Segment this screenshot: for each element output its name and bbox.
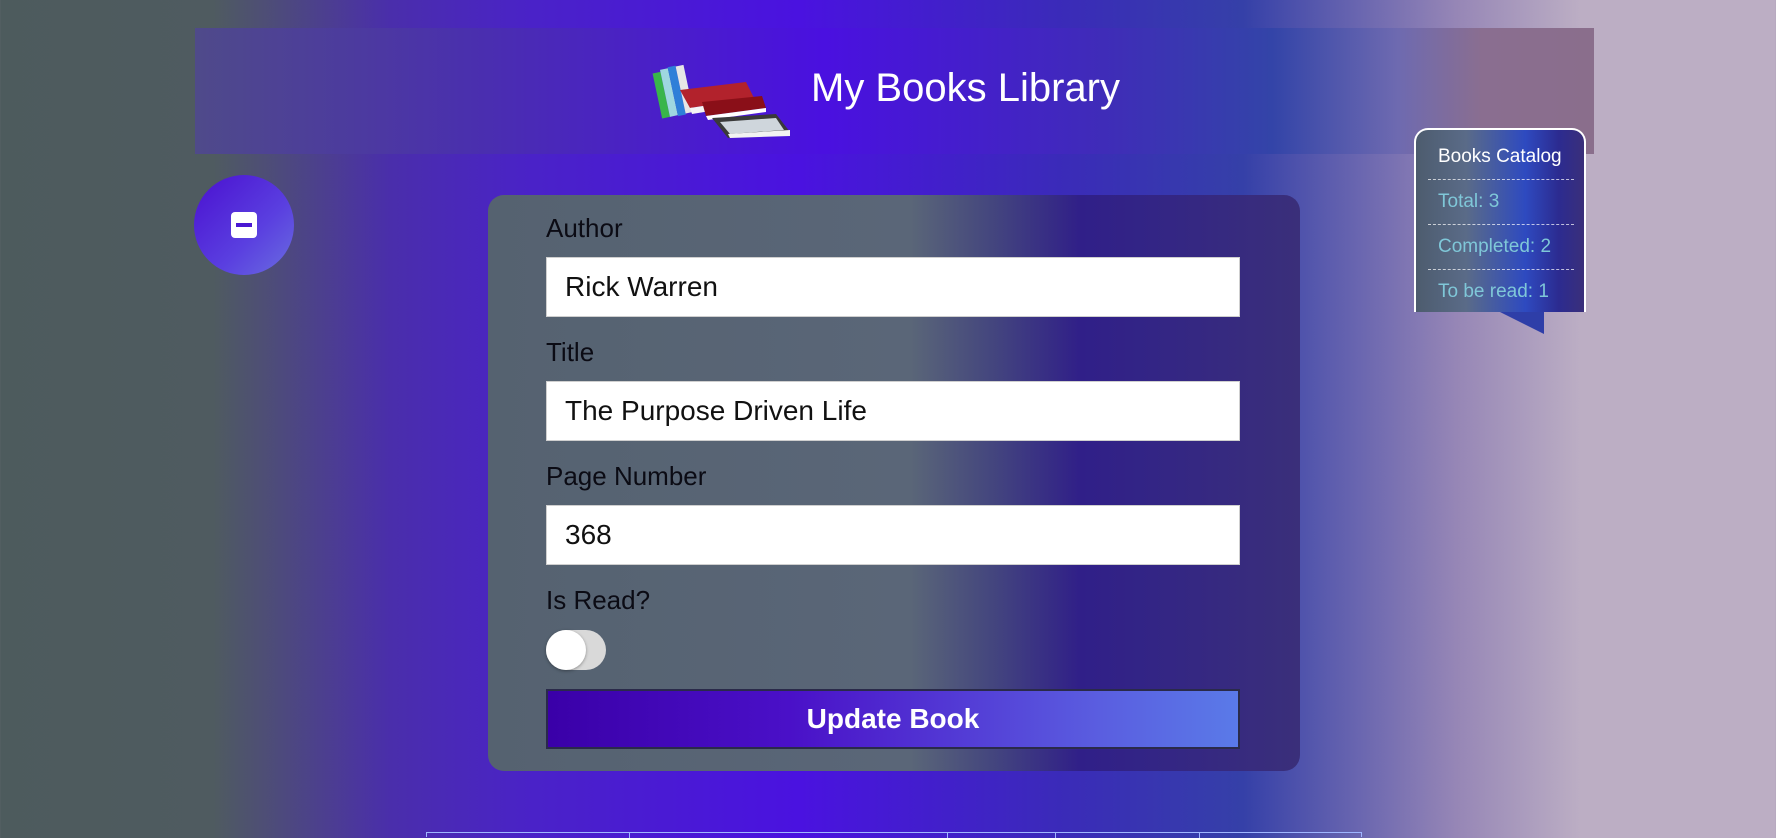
page-number-input[interactable] — [546, 505, 1240, 565]
tooltip-pointer — [1500, 312, 1544, 334]
catalog-to-be-read: To be read: 1 — [1438, 281, 1549, 302]
toggle-knob — [546, 630, 586, 670]
book-form: Author Title Page Number Is Read? Update… — [488, 195, 1300, 771]
collapse-form-button[interactable] — [194, 175, 294, 275]
catalog-heading: Books Catalog — [1428, 136, 1574, 180]
author-label: Author — [546, 213, 623, 243]
update-book-button[interactable]: Update Book — [546, 689, 1240, 749]
is-read-toggle[interactable] — [546, 630, 606, 670]
books-catalog-tooltip: Books Catalog Total: 3 Completed: 2 To b… — [1414, 128, 1586, 334]
author-input[interactable] — [546, 257, 1240, 317]
app-title: My Books Library — [811, 66, 1120, 110]
books-table-top-edge — [426, 832, 1362, 838]
title-label: Title — [546, 337, 595, 367]
minus-square-icon — [231, 212, 257, 238]
title-input[interactable] — [546, 381, 1240, 441]
books-stack-icon — [652, 64, 790, 138]
catalog-completed: Completed: 2 — [1428, 226, 1574, 270]
app-header: My Books Library — [195, 28, 1594, 154]
is-read-label: Is Read? — [546, 585, 651, 615]
page-number-label: Page Number — [546, 461, 707, 491]
catalog-total: Total: 3 — [1428, 181, 1574, 225]
